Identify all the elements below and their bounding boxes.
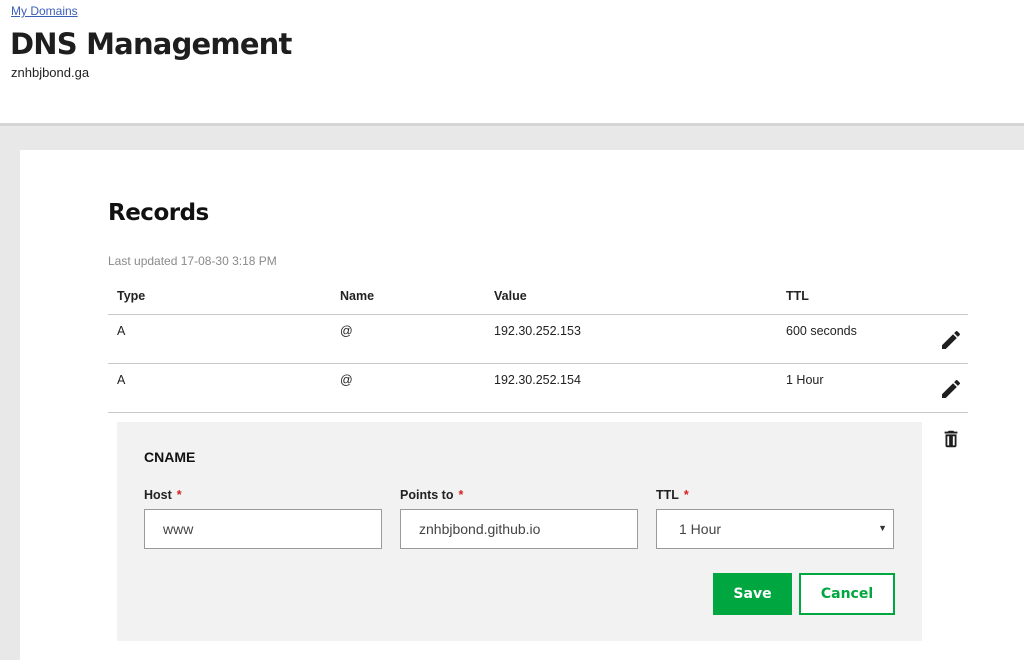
pencil-icon bbox=[942, 330, 961, 349]
breadcrumb-my-domains[interactable]: My Domains bbox=[11, 4, 78, 18]
record-type: A bbox=[117, 324, 126, 338]
cname-edit-form: CNAME Host * Points to * TTL * 1 Hour ▼ Sav… bbox=[117, 422, 922, 641]
ttl-label-text: TTL bbox=[656, 488, 679, 502]
record-type-title: CNAME bbox=[144, 449, 196, 465]
ttl-selected-value: 1 Hour bbox=[679, 521, 722, 537]
edit-record-button[interactable] bbox=[936, 325, 966, 355]
page-header: My Domains DNS Management znhbjbond.ga bbox=[0, 0, 1024, 126]
page-title: DNS Management bbox=[10, 27, 292, 61]
required-mark: * bbox=[176, 488, 182, 502]
ttl-select[interactable]: 1 Hour ▼ bbox=[656, 509, 894, 549]
table-row: A @ 192.30.252.154 1 Hour bbox=[108, 364, 968, 413]
caret-down-icon: ▼ bbox=[878, 523, 887, 533]
edit-record-button[interactable] bbox=[936, 374, 966, 404]
record-name: @ bbox=[340, 324, 353, 338]
last-updated-text: Last updated 17-08-30 3:18 PM bbox=[108, 254, 277, 268]
host-input[interactable] bbox=[144, 509, 382, 549]
column-header-value: Value bbox=[494, 289, 527, 303]
host-label-text: Host bbox=[144, 488, 172, 502]
delete-record-button[interactable] bbox=[938, 426, 964, 452]
table-row: A @ 192.30.252.153 600 seconds bbox=[108, 315, 968, 364]
trash-icon bbox=[944, 430, 958, 448]
record-value: 192.30.252.154 bbox=[494, 373, 581, 387]
record-name: @ bbox=[340, 373, 353, 387]
required-mark: * bbox=[683, 488, 689, 502]
host-label: Host * bbox=[144, 488, 182, 502]
records-panel: Records Last updated 17-08-30 3:18 PM Ty… bbox=[20, 150, 1024, 660]
ttl-label: TTL * bbox=[656, 488, 689, 502]
required-mark: * bbox=[458, 488, 464, 502]
pencil-icon bbox=[942, 379, 961, 398]
record-ttl: 1 Hour bbox=[786, 373, 824, 387]
record-type: A bbox=[117, 373, 126, 387]
records-table: Type Name Value TTL A @ 192.30.252.153 6… bbox=[108, 278, 968, 413]
record-value: 192.30.252.153 bbox=[494, 324, 581, 338]
table-header: Type Name Value TTL bbox=[108, 278, 968, 315]
column-header-type: Type bbox=[117, 289, 146, 303]
column-header-ttl: TTL bbox=[786, 289, 809, 303]
cancel-button[interactable]: Cancel bbox=[799, 573, 895, 615]
records-title: Records bbox=[108, 200, 209, 226]
points-to-label-text: Points to bbox=[400, 488, 454, 502]
record-ttl: 600 seconds bbox=[786, 324, 857, 338]
column-header-name: Name bbox=[340, 289, 375, 303]
points-to-input[interactable] bbox=[400, 509, 638, 549]
domain-name: znhbjbond.ga bbox=[11, 65, 90, 80]
save-button[interactable]: Save bbox=[713, 573, 792, 615]
points-to-label: Points to * bbox=[400, 488, 463, 502]
